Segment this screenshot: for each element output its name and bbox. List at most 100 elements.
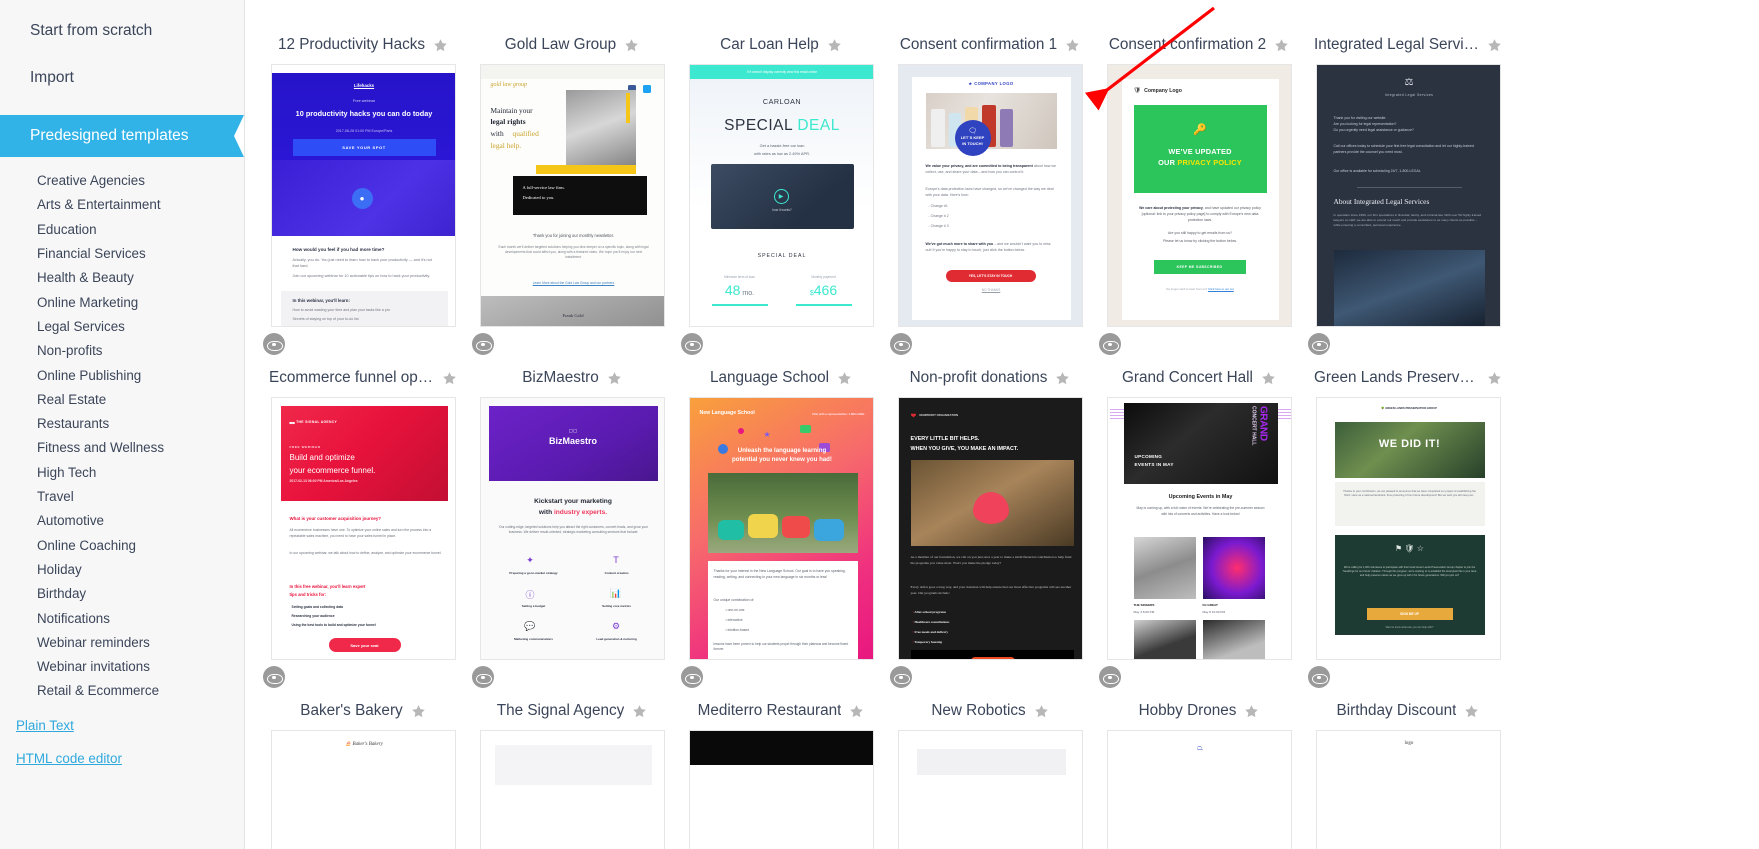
template-title: Birthday Discount: [1336, 702, 1457, 719]
template-preview[interactable]: ⏢: [1106, 730, 1292, 849]
sidebar-category-birthday[interactable]: Birthday: [37, 582, 244, 606]
template-card: Car Loan Help If it doesn't display corr…: [677, 32, 885, 365]
favorite-star-icon[interactable]: [632, 704, 647, 719]
favorite-star-icon[interactable]: [1487, 371, 1502, 386]
template-preview-wrap: New Language School Chat with a represen…: [688, 397, 874, 660]
preview-banner-1: A full-service law firm.: [522, 185, 565, 190]
template-preview[interactable]: 🛡 Company Logo 🔑 WE'VE UPDATED OUR PRIVA…: [1106, 64, 1292, 327]
sidebar-item-start-from-scratch[interactable]: Start from scratch: [30, 22, 244, 41]
preview-eye-icon[interactable]: [263, 666, 285, 688]
sidebar-item-import[interactable]: Import: [30, 69, 244, 88]
preview-body: May is coming up, with a full roster of …: [1136, 506, 1265, 516]
template-preview[interactable]: Lifehacks Free webinar 10 productivity h…: [270, 64, 456, 327]
sidebar-category-online-marketing[interactable]: Online Marketing: [37, 291, 244, 315]
favorite-star-icon[interactable]: [624, 38, 639, 53]
template-preview[interactable]: ▄▄ THE SIGNAL AGENCY FREE WEBINAR Build …: [270, 397, 456, 660]
favorite-star-icon[interactable]: [849, 704, 864, 719]
preview-para-1-bold: We value your privacy, and are committed…: [925, 164, 1033, 168]
preview-para-1-bold: We care about protecting your privacy: [1139, 206, 1203, 210]
favorite-star-icon[interactable]: [1487, 38, 1502, 53]
sidebar-item-predesigned-templates[interactable]: Predesigned templates: [0, 115, 244, 158]
preview-eye-icon[interactable]: [1099, 666, 1121, 688]
preview-eye-icon[interactable]: [681, 666, 703, 688]
preview-eye-icon[interactable]: [472, 333, 494, 355]
preview-datetime: 2017-08-28 01:00 PM Europe/Paris: [335, 129, 393, 133]
preview-eye-icon[interactable]: [472, 666, 494, 688]
sidebar-category-retail-ecommerce[interactable]: Retail & Ecommerce: [37, 679, 244, 703]
preview-cta-button: YES, LET'S STAY IN TOUCH: [945, 270, 1036, 282]
preview-cta-button: Save your seat: [328, 638, 401, 652]
preview-headline-2: legal rights: [490, 117, 526, 126]
favorite-star-icon[interactable]: [411, 704, 426, 719]
preview-eye-icon[interactable]: [1308, 666, 1330, 688]
sidebar-category-restaurants[interactable]: Restaurants: [37, 412, 244, 436]
sidebar-category-automotive[interactable]: Automotive: [37, 509, 244, 533]
template-preview[interactable]: If it doesn't display correctly view thi…: [688, 64, 874, 327]
template-preview[interactable]: gold law group Maintain your legal right…: [479, 64, 665, 327]
sidebar-category-webinar-reminders[interactable]: Webinar reminders: [37, 631, 244, 655]
template-preview[interactable]: ❤ NONPROFIT ORGANIZATION EVERY LITTLE BI…: [897, 397, 1083, 660]
template-preview[interactable]: ⚖ Integrated Legal Services Thank you fo…: [1315, 64, 1501, 327]
preview-headline-4: qualified: [512, 129, 539, 138]
sidebar-category-fitness-and-wellness[interactable]: Fitness and Wellness: [37, 436, 244, 460]
template-preview-wrap: [688, 730, 874, 849]
template-preview[interactable]: 🌳 GREEN LANDS PRESERVATION GROUP WE DID …: [1315, 397, 1501, 660]
template-card-header: Non-profit donations: [886, 365, 1094, 391]
preview-list-item: • Free meals and delivery: [912, 630, 949, 634]
template-preview[interactable]: New Language School Chat with a represen…: [688, 397, 874, 660]
favorite-star-icon[interactable]: [1244, 704, 1259, 719]
favorite-star-icon[interactable]: [1055, 371, 1070, 386]
preview-eye-icon[interactable]: [890, 666, 912, 688]
sidebar-category-legal-services[interactable]: Legal Services: [37, 315, 244, 339]
favorite-star-icon[interactable]: [1464, 704, 1479, 719]
template-preview[interactable]: [688, 730, 874, 849]
sidebar-links: Plain Text HTML code editor: [0, 718, 244, 766]
template-preview[interactable]: GRAND CONCERT HALL UPCOMING EVENTS IN MA…: [1106, 397, 1292, 660]
preview-eye-icon[interactable]: [890, 333, 912, 355]
favorite-star-icon[interactable]: [1261, 371, 1276, 386]
template-preview[interactable]: logo: [1315, 730, 1501, 849]
favorite-star-icon[interactable]: [1034, 704, 1049, 719]
template-preview[interactable]: [897, 730, 1083, 849]
favorite-star-icon[interactable]: [442, 371, 457, 386]
sidebar-category-holiday[interactable]: Holiday: [37, 558, 244, 582]
sidebar-category-health-beauty[interactable]: Health & Beauty: [37, 266, 244, 290]
template-preview[interactable]: [479, 730, 665, 849]
template-preview[interactable]: 🎂 Baker's Bakery: [270, 730, 456, 849]
sidebar-category-creative-agencies[interactable]: Creative Agencies: [37, 169, 244, 193]
template-preview[interactable]: ★ COMPANY LOGO 🗨 LET´S KEEP IN TOUCH! We…: [897, 64, 1083, 327]
preview-eye-icon[interactable]: [1308, 333, 1330, 355]
sidebar-category-financial-services[interactable]: Financial Services: [37, 242, 244, 266]
sidebar-category-non-profits[interactable]: Non-profits: [37, 339, 244, 363]
favorite-star-icon[interactable]: [837, 371, 852, 386]
favorite-star-icon[interactable]: [1065, 38, 1080, 53]
preview-body: Thank you for joining our monthly newsle…: [532, 233, 615, 238]
favorite-star-icon[interactable]: [607, 371, 622, 386]
sidebar-category-online-publishing[interactable]: Online Publishing: [37, 364, 244, 388]
sidebar-category-online-coaching[interactable]: Online Coaching: [37, 534, 244, 558]
sidebar-category-webinar-invitations[interactable]: Webinar invitations: [37, 655, 244, 679]
favorite-star-icon[interactable]: [433, 38, 448, 53]
preview-para-2: Call our offices today to schedule your …: [1333, 144, 1474, 154]
sidebar-category-high-tech[interactable]: High Tech: [37, 461, 244, 485]
preview-eye-icon[interactable]: [681, 333, 703, 355]
sidebar-category-notifications[interactable]: Notifications: [37, 607, 244, 631]
preview-eye-icon[interactable]: [1099, 333, 1121, 355]
preview-list-item: • Temporary housing: [912, 640, 943, 644]
sidebar-category-arts-entertainment[interactable]: Arts & Entertainment: [37, 193, 244, 217]
sidebar-category-travel[interactable]: Travel: [37, 485, 244, 509]
favorite-star-icon[interactable]: [1274, 38, 1289, 53]
preview-feature-label: Lead generation & nurturing: [596, 637, 637, 641]
sidebar-link-plain-text[interactable]: Plain Text: [16, 718, 244, 733]
favorite-star-icon[interactable]: [827, 38, 842, 53]
sidebar-category-real-estate[interactable]: Real Estate: [37, 388, 244, 412]
preview-change-item: - Change # 3: [928, 224, 949, 228]
preview-brand-2: CONCERT HALL: [1250, 406, 1257, 446]
preview-contact: Chat with a representative: 1-800-LANG: [811, 412, 865, 416]
sidebar-link-html-code-editor[interactable]: HTML code editor: [16, 751, 244, 766]
template-preview[interactable]: ▢▢ BizMaestro Kickstart your marketing w…: [479, 397, 665, 660]
template-preview-wrap: 🎂 Baker's Bakery: [270, 730, 456, 849]
sidebar-category-education[interactable]: Education: [37, 218, 244, 242]
template-card-header: Grand Concert Hall: [1095, 365, 1303, 391]
preview-eye-icon[interactable]: [263, 333, 285, 355]
